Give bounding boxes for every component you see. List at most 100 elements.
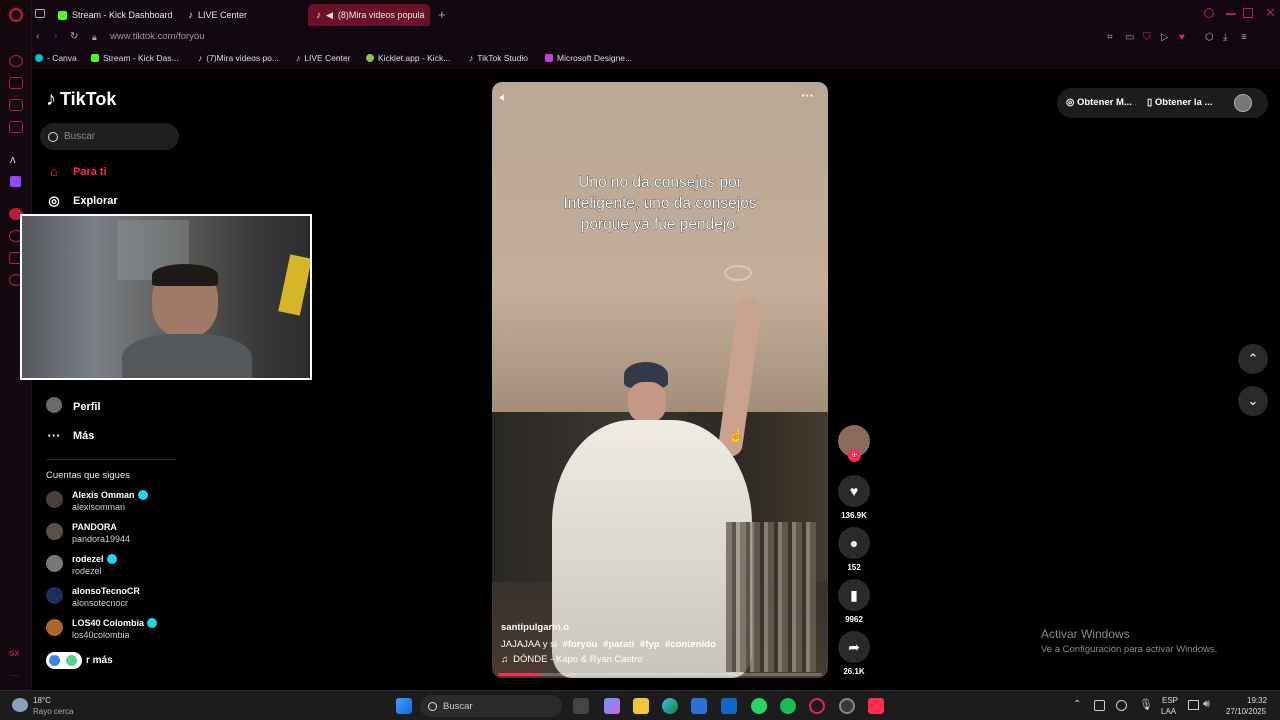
download-icon[interactable]: ⤓ [1223,32,1227,43]
bookmark-live-center[interactable]: ♪ LIVE Center [296,53,351,63]
caption-line: Inteligente, uno da consejos [563,195,757,213]
windows-start-icon[interactable] [396,698,412,714]
tiktok-note-icon: ♪ [46,88,56,110]
nav-para-ti[interactable]: ⌂ Para ti [46,164,107,179]
tray-network-icon[interactable] [1116,700,1127,711]
spotify-icon[interactable] [780,698,796,714]
see-more-button[interactable]: r más [46,652,113,669]
hashtag-link[interactable]: #parati [603,639,634,650]
language-indicator[interactable]: ESP [1162,696,1178,705]
tray-mic-icon[interactable]: 🎙︎ [1139,698,1153,711]
tab-kick-dashboard[interactable]: Stream - Kick Dashboard [50,4,180,26]
new-tab-button[interactable]: + [438,7,446,22]
nav-mas[interactable]: ··· Más [46,428,95,443]
task-view-icon[interactable] [573,698,589,714]
following-account[interactable]: Alexis Omman alexisomman [46,489,148,513]
play-icon[interactable]: ▷ [1161,32,1169,43]
hashtag-link[interactable]: #contenido [665,639,716,650]
search-input[interactable]: Buscar [40,123,179,150]
sidebar-more-icon[interactable]: ··· [10,670,19,680]
twitch-icon[interactable] [10,176,21,187]
whatsapp-icon[interactable] [751,698,767,714]
taskbar-search[interactable]: Buscar [420,695,562,717]
follow-plus-icon[interactable]: + [848,449,861,462]
instagram-icon[interactable] [9,121,23,133]
edge-icon[interactable] [662,698,678,714]
get-app-button[interactable]: ▯ Obtener la ... [1147,97,1212,108]
extensions-icon[interactable]: ⬡ [1205,32,1214,43]
back-icon[interactable]: ‹ [36,31,39,42]
like-action[interactable]: ♥ 136.9K [838,475,870,520]
hashtag-link[interactable]: #foryou [563,639,598,650]
tiktok-logo[interactable]: ♪ TikTok [46,88,116,111]
save-action[interactable]: ▮ 9962 [838,579,870,624]
bookmark-tiktok-videos[interactable]: ♪ (7)Mira videos po... [198,53,279,63]
reload-icon[interactable]: ↻ [70,31,78,42]
volume-icon[interactable]: 🔈︎ [500,90,507,105]
following-account[interactable]: alonsoTecnoCR alonsotecnocr [46,585,140,609]
close-window-button[interactable]: ✕ [1265,5,1276,21]
video-options-icon[interactable]: ··· [801,88,814,103]
account-name: alonsoTecnoCR [72,586,140,596]
next-video-button[interactable]: ⌄ [1238,386,1268,416]
bookmark-tiktok-studio[interactable]: ♪ TikTok Studio [469,53,528,63]
video-player[interactable]: 🔈︎ ··· Uno no da consejos por Inteligent… [492,82,828,678]
workspaces-icon[interactable] [35,9,45,18]
opera-logo-icon[interactable] [9,8,23,22]
kick-sidebar-icon[interactable]: ᴧ [10,154,16,166]
video-progress-bar[interactable] [498,673,822,676]
opera-gx-icon[interactable] [809,698,825,714]
video-description: JAJAJAA y si #foryou #parati #fyp #conte… [501,639,716,650]
weather-icon[interactable] [12,698,28,712]
tray-chevron-icon[interactable]: ⌃ [1073,699,1081,710]
following-account[interactable]: LOS40 Colombia los40colombia [46,617,158,641]
tab-tiktok-foryou[interactable]: ♪ ◀ (8)Mira videos popula [308,4,430,26]
comment-action[interactable]: ● 152 [838,527,870,572]
outlook-icon[interactable] [721,698,737,714]
url-field[interactable]: www.tiktok.com/foryou [110,31,205,42]
history-icon[interactable] [9,55,23,67]
tray-volume-icon[interactable]: 🔊︎ [1203,698,1210,711]
crop-icon[interactable]: ▭ [1125,32,1134,43]
bookmark-kicklet[interactable]: Kicklet.app - Kick... [366,53,450,63]
comment-icon: ● [838,527,870,559]
maximize-button[interactable] [1243,8,1253,18]
file-explorer-icon[interactable] [633,698,649,714]
tray-display-icon[interactable] [1188,700,1199,710]
obs-icon[interactable] [839,698,855,714]
previous-video-button[interactable]: ⌃ [1238,344,1268,374]
whatsapp-icon[interactable] [9,99,23,111]
creator-avatar-button[interactable]: + [838,425,870,462]
share-action[interactable]: ➦ 26.1K [838,631,870,676]
tiktok-live-icon[interactable] [868,698,884,714]
tray-app-icon[interactable] [1094,700,1105,711]
menu-icon[interactable]: ≡ [1241,32,1247,43]
minimize-button[interactable] [1226,13,1236,15]
bookmark-designer[interactable]: Microsoft Designe... [545,53,632,63]
clock-time[interactable]: 19:32 [1247,696,1267,705]
store-icon[interactable] [691,698,707,714]
tab-live-center[interactable]: ♪ LIVE Center [180,4,310,26]
bookmark-kick[interactable]: Stream - Kick Das... [91,53,179,63]
copilot-icon[interactable] [604,698,620,714]
heart-icon[interactable]: ♥ [1179,32,1185,43]
nav-perfil[interactable]: Perfil [46,397,101,416]
shield-icon[interactable]: ⛉ [1143,32,1151,43]
get-app-label: Obtener la ... [1154,97,1213,108]
hashtag-link[interactable]: #fyp [640,639,660,650]
webcam-overlay[interactable] [20,214,312,380]
video-music[interactable]: ♫ DÓNDE - Kapo & Ryan Castro [501,654,642,665]
messenger-icon[interactable] [9,77,23,89]
video-author[interactable]: santipulgarin.o [501,622,569,633]
gx-icon[interactable]: GX [9,651,19,658]
user-avatar[interactable] [1234,94,1252,112]
bookmark-canva[interactable]: - Canva [35,53,77,63]
get-coins-button[interactable]: ◎ Obtener M... [1066,97,1132,108]
search-tabs-icon[interactable] [1204,8,1214,18]
description-text: JAJAJAA y si [501,639,557,650]
following-account[interactable]: PANDORA pandora19944 [46,521,130,545]
following-account[interactable]: rodezel rodezel [46,553,117,577]
snapshot-icon[interactable]: ⌗ [1107,32,1113,43]
nav-explorar[interactable]: ◎ Explorar [46,193,117,209]
forward-icon[interactable]: › [54,31,57,42]
